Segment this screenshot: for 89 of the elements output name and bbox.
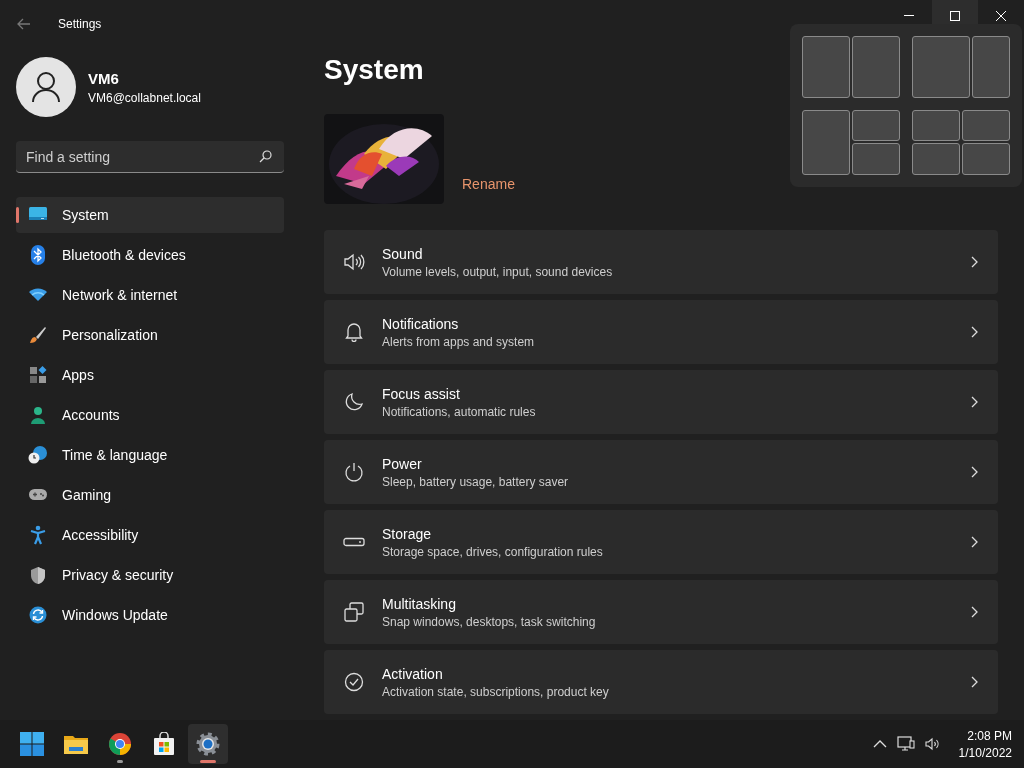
card-description: Notifications, automatic rules <box>382 404 537 419</box>
page-title: System <box>324 54 424 87</box>
card-description: Alerts from apps and system <box>382 334 536 349</box>
settings-card[interactable]: Notifications Alerts from apps and system <box>324 300 998 364</box>
card-title: Sound <box>382 245 424 262</box>
snap-zone[interactable] <box>852 36 900 98</box>
snap-zone[interactable] <box>971 36 1010 98</box>
snap-zone[interactable] <box>802 36 850 98</box>
network-icon[interactable] <box>896 736 915 752</box>
settings-card[interactable]: Multitasking Snap windows, desktops, task switching <box>324 580 998 644</box>
windows-stack-icon <box>344 602 364 622</box>
sidebar-item[interactable]: Accounts <box>16 397 284 433</box>
refresh-icon <box>29 606 47 624</box>
card-title: Activation <box>382 665 444 682</box>
snap-zone[interactable] <box>852 109 900 142</box>
clock[interactable]: 2:08 PM 1/10/2022 <box>958 728 1012 760</box>
card-description: Activation state, subscriptions, product key <box>382 684 610 699</box>
sidebar-item[interactable]: System <box>16 197 284 233</box>
back-arrow-icon[interactable] <box>16 16 32 32</box>
chevron-right-icon <box>970 466 978 478</box>
accessibility-icon <box>30 525 46 545</box>
window-title: Settings <box>58 17 102 31</box>
check-circle-icon <box>344 672 364 692</box>
taskbar-app-button[interactable] <box>188 724 228 764</box>
settings-card[interactable]: Storage Storage space, drives, configuration rules <box>324 510 998 574</box>
card-description: Snap windows, desktops, task switching <box>382 614 597 629</box>
wifi-icon <box>28 288 48 302</box>
close-icon <box>996 11 1006 21</box>
snap-zone[interactable] <box>912 109 960 142</box>
settings-card[interactable]: Sound Volume levels, output, input, sound devices <box>324 230 998 294</box>
sidebar-item[interactable]: Apps <box>16 357 284 393</box>
settings-card[interactable]: Power Sleep, battery usage, battery saver <box>324 440 998 504</box>
chevron-right-icon <box>970 676 978 688</box>
speaker-icon <box>343 253 365 271</box>
folder-icon <box>63 733 89 755</box>
chrome-icon <box>108 732 132 756</box>
shield-icon <box>30 565 46 585</box>
chevron-right-icon <box>970 536 978 548</box>
chevron-right-icon <box>970 256 978 268</box>
card-title: Power <box>382 455 423 472</box>
settings-card[interactable]: Focus assist Notifications, automatic rules <box>324 370 998 434</box>
brush-icon <box>29 326 47 344</box>
snap-zone[interactable] <box>962 109 1010 142</box>
settings-card[interactable]: Activation Activation state, subscriptions, product key <box>324 650 998 714</box>
gamepad-icon <box>28 488 48 502</box>
bluetooth-icon <box>30 245 46 265</box>
speaker-icon[interactable] <box>924 737 941 751</box>
bell-icon <box>344 322 364 342</box>
sidebar-item[interactable]: Accessibility <box>16 517 284 553</box>
store-bag-icon <box>152 732 176 756</box>
sidebar-item[interactable]: Personalization <box>16 317 284 353</box>
search-input[interactable]: Find a setting <box>26 148 259 165</box>
search-field[interactable]: Find a setting <box>16 141 284 173</box>
search-icon <box>259 150 272 163</box>
sidebar-item[interactable]: Gaming <box>16 477 284 513</box>
moon-icon <box>344 392 364 412</box>
card-description: Storage space, drives, configuration rules <box>382 544 604 559</box>
drive-icon <box>343 537 365 547</box>
snap-zone[interactable] <box>802 109 850 175</box>
chevron-up-icon[interactable] <box>872 740 887 748</box>
chevron-right-icon <box>970 396 978 408</box>
windows-logo-icon <box>20 732 44 756</box>
user-email: VM6@collabnet.local <box>88 90 201 105</box>
snap-zone[interactable] <box>912 143 960 175</box>
snap-zone[interactable] <box>852 143 900 175</box>
power-icon <box>344 462 364 482</box>
avatar[interactable] <box>16 57 76 117</box>
minimize-icon <box>904 15 914 17</box>
card-title: Focus assist <box>382 385 461 402</box>
globe-clock-icon <box>28 445 48 465</box>
apps-icon <box>29 366 47 384</box>
card-description: Sleep, battery usage, battery saver <box>382 474 570 489</box>
sidebar-item[interactable]: Network & internet <box>16 277 284 313</box>
sidebar-item[interactable]: Privacy & security <box>16 557 284 593</box>
chevron-right-icon <box>970 606 978 618</box>
sidebar-item[interactable]: Bluetooth & devices <box>16 237 284 273</box>
sidebar-item[interactable]: Time & language <box>16 437 284 473</box>
card-title: Multitasking <box>382 595 457 612</box>
card-title: Notifications <box>382 315 460 332</box>
maximize-icon <box>950 11 960 21</box>
gear-icon <box>196 732 220 756</box>
chevron-right-icon <box>970 326 978 338</box>
sidebar-item[interactable]: Windows Update <box>16 597 284 633</box>
snap-zone[interactable] <box>962 143 1010 175</box>
user-name: VM6 <box>88 69 120 87</box>
card-description: Volume levels, output, input, sound devices <box>382 264 614 279</box>
card-title: Storage <box>382 525 433 542</box>
rename-link[interactable]: Rename <box>462 176 515 192</box>
person-icon <box>29 406 47 424</box>
